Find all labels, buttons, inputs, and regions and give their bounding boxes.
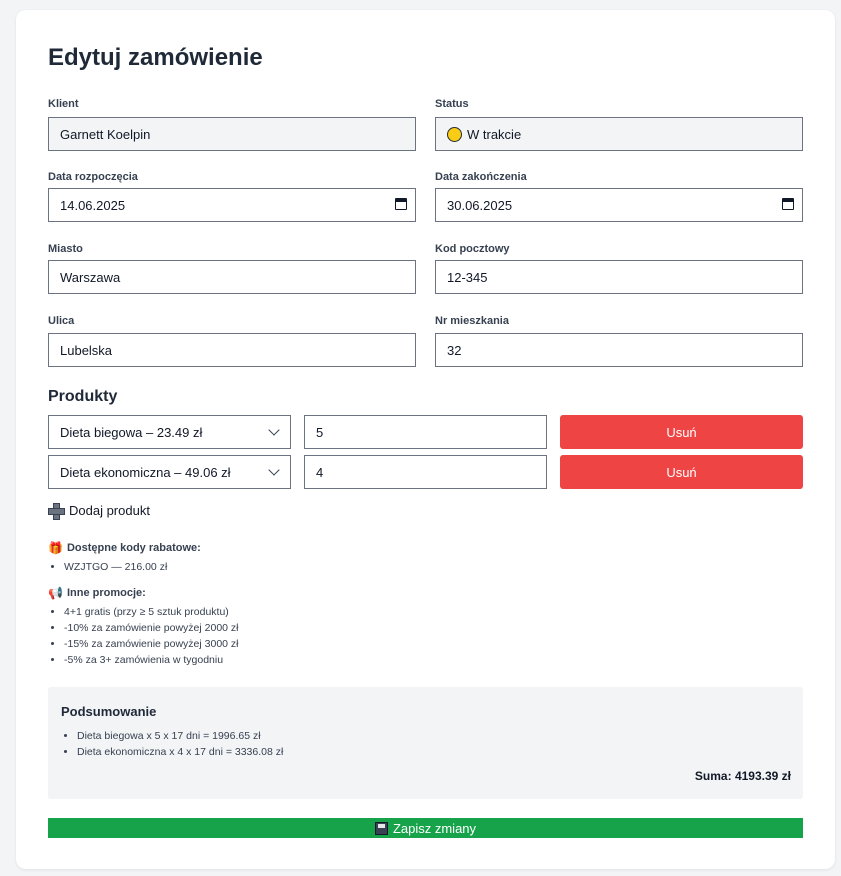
postal-code-input[interactable]: 12-345: [435, 260, 803, 294]
total-value: 4193.39 zł: [734, 769, 791, 783]
calendar-icon[interactable]: [395, 198, 407, 210]
apartment-label: Nr mieszkania: [435, 315, 509, 327]
apartment-input[interactable]: 32: [435, 333, 803, 367]
apartment-value: 32: [447, 342, 462, 358]
add-product-label: Dodaj produkt: [69, 503, 150, 518]
save-button[interactable]: Zapisz zmiany: [48, 818, 803, 838]
city-input[interactable]: Warszawa: [48, 260, 416, 294]
summary-panel: Podsumowanie Dieta biegowa x 5 x 17 dni …: [48, 687, 803, 799]
chevron-down-icon: [268, 464, 280, 476]
start-date-input[interactable]: 14.06.2025: [48, 188, 416, 222]
product-select[interactable]: Dieta ekonomiczna – 49.06 zł: [48, 455, 291, 489]
promotions-title: Inne promocje:: [66, 587, 146, 599]
quantity-input[interactable]: 5: [304, 415, 547, 449]
end-date-input[interactable]: 30.06.2025: [435, 188, 803, 222]
end-date-value: 30.06.2025: [447, 197, 513, 213]
product-select-value: Dieta biegowa – 23.49 zł: [60, 424, 203, 440]
start-date-value: 14.06.2025: [60, 197, 126, 213]
list-item: 4+1 gratis (przy ≥ 5 sztuk produktu): [64, 604, 239, 620]
total-label: Suma:: [694, 769, 732, 783]
street-value: Lubelska: [60, 342, 113, 358]
list-item: Dieta ekonomiczna x 4 x 17 dni = 3336.08…: [77, 744, 283, 760]
promotions-heading: 📢 Inne promocje:: [48, 586, 146, 600]
remove-product-button[interactable]: Usuń: [560, 455, 803, 489]
products-heading: Produkty: [48, 388, 118, 405]
status-label: Status: [435, 98, 469, 110]
page-title: Edytuj zamówienie: [48, 44, 263, 71]
megaphone-icon: 📢: [48, 586, 63, 600]
client-label: Klient: [48, 98, 79, 110]
city-value: Warszawa: [60, 269, 121, 285]
yellow-circle-icon: [447, 126, 462, 142]
quantity-value: 4: [316, 464, 324, 480]
status-field: W trakcie: [435, 117, 803, 151]
list-item: -10% za zamówienie powyżej 2000 zł: [64, 620, 239, 636]
postal-code-label: Kod pocztowy: [435, 243, 510, 255]
summary-total: Suma: 4193.39 zł: [695, 769, 791, 783]
postal-code-value: 12-345: [447, 269, 488, 285]
start-date-label: Data rozpoczęcia: [48, 171, 138, 183]
discount-codes-title: Dostępne kody rabatowe:: [66, 542, 201, 554]
add-product-button[interactable]: Dodaj produkt: [48, 503, 150, 520]
floppy-disk-icon: [374, 821, 388, 835]
end-date-label: Data zakończenia: [435, 171, 527, 183]
chevron-down-icon: [268, 424, 280, 436]
quantity-value: 5: [316, 424, 324, 440]
list-item: -5% za 3+ zamówienia w tygodniu: [64, 652, 239, 668]
street-label: Ulica: [48, 315, 75, 327]
status-value: W trakcie: [467, 126, 522, 142]
discount-codes-list: WZJTGO — 216.00 zł: [64, 559, 167, 575]
list-item: Dieta biegowa x 5 x 17 dni = 1996.65 zł: [77, 728, 283, 744]
city-label: Miasto: [48, 243, 83, 255]
client-value: Garnett Koelpin: [60, 126, 151, 142]
summary-heading: Podsumowanie: [61, 704, 157, 719]
list-item: -15% za zamówienie powyżej 3000 zł: [64, 636, 239, 652]
client-field: Garnett Koelpin: [48, 117, 416, 151]
quantity-input[interactable]: 4: [304, 455, 547, 489]
plus-icon: [48, 503, 65, 520]
gift-icon: 🎁: [48, 541, 63, 555]
product-select[interactable]: Dieta biegowa – 23.49 zł: [48, 415, 291, 449]
list-item: WZJTGO — 216.00 zł: [64, 559, 167, 575]
promotions-list: 4+1 gratis (przy ≥ 5 sztuk produktu) -10…: [64, 604, 239, 668]
street-input[interactable]: Lubelska: [48, 333, 416, 367]
calendar-icon[interactable]: [782, 198, 794, 210]
remove-product-button[interactable]: Usuń: [560, 415, 803, 449]
save-label: Zapisz zmiany: [392, 820, 477, 836]
summary-list: Dieta biegowa x 5 x 17 dni = 1996.65 zł …: [77, 728, 283, 760]
product-select-value: Dieta ekonomiczna – 49.06 zł: [60, 464, 231, 480]
discount-codes-heading: 🎁 Dostępne kody rabatowe:: [48, 541, 201, 555]
